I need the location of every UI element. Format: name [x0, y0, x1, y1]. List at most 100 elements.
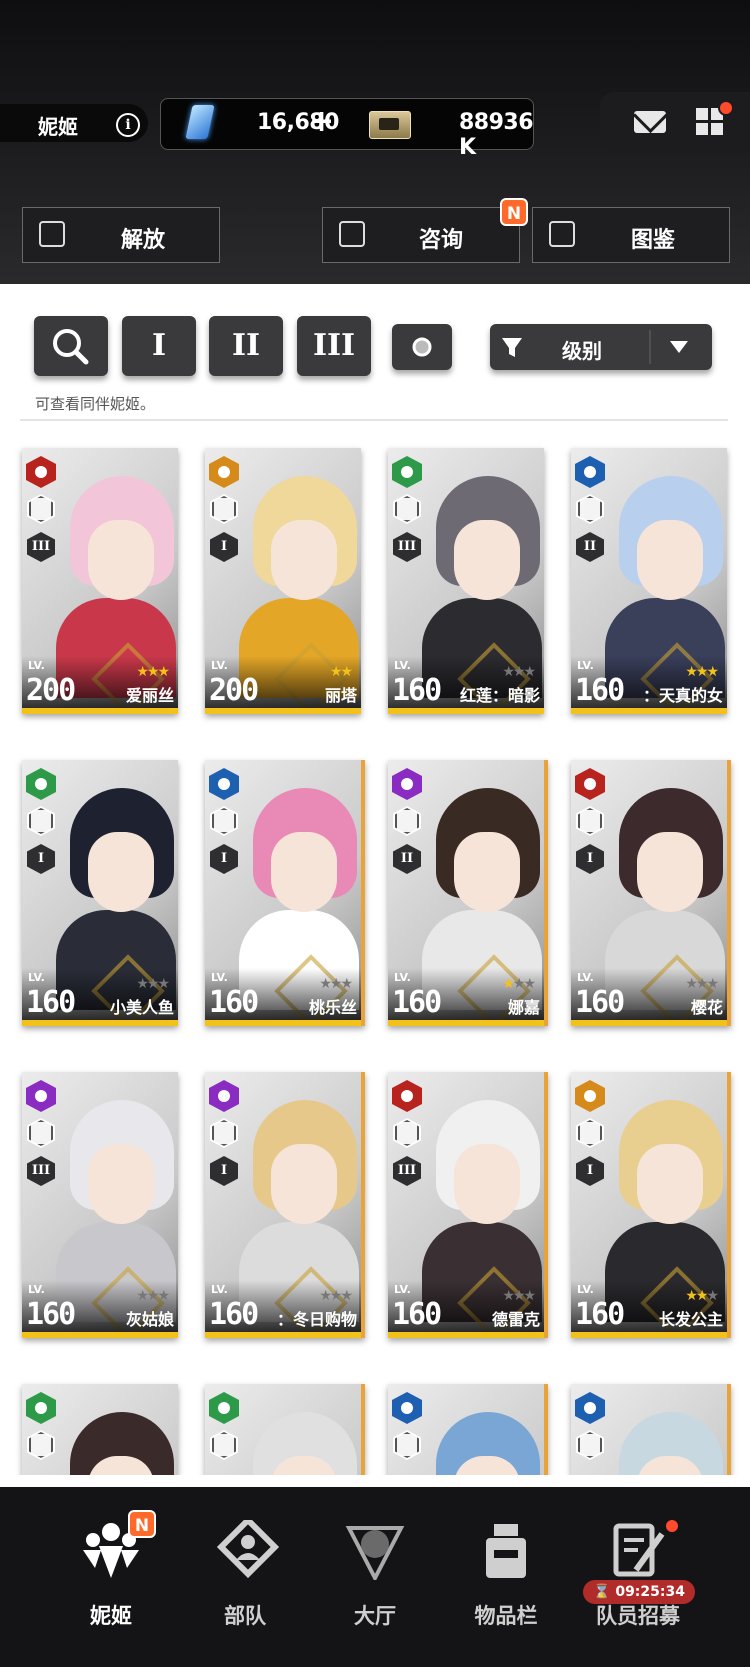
- release-label: 解放: [121, 228, 166, 253]
- star-icon: ★: [157, 664, 169, 680]
- star-icon: ★: [695, 976, 708, 992]
- card-level: 160: [575, 1297, 625, 1332]
- nikke-card[interactable]: I ★★★ LV. 160 桃乐丝: [205, 760, 365, 1026]
- level-label: LV.: [577, 1283, 594, 1296]
- nikke-card[interactable]: III ★★★ LV. 160 红莲：暗影: [388, 448, 544, 714]
- gem-icon: [185, 105, 215, 139]
- nikke-card[interactable]: III ★★★ LV. 160 灰姑娘: [22, 1072, 178, 1338]
- nav-inventory-label: 物品栏: [474, 1604, 538, 1628]
- burst-type-badge: I: [210, 844, 238, 874]
- nikke-card[interactable]: I ★★★ LV. 160 小美人鱼: [22, 760, 178, 1026]
- star-icon: ★: [512, 976, 525, 992]
- nav-recruit[interactable]: 队员招募: [573, 1500, 703, 1630]
- nav-nikke-label: 妮姬: [90, 1604, 132, 1628]
- circle-icon: [412, 337, 432, 357]
- burst-type-badge: III: [393, 1156, 421, 1186]
- filter-class-1[interactable]: I: [122, 316, 196, 376]
- card-level: 160: [392, 985, 442, 1020]
- burst-type-badge: III: [27, 532, 55, 562]
- divider: [20, 419, 728, 421]
- nav-squad[interactable]: 部队: [180, 1500, 310, 1630]
- info-icon[interactable]: i: [116, 113, 140, 137]
- nav-inventory[interactable]: 物品栏: [441, 1500, 571, 1630]
- card-name: 德雷克: [491, 1310, 540, 1329]
- limit-break-stars: ★★★: [319, 1288, 353, 1304]
- nikke-card-grid: III ★★★ LV. 200 爱丽丝 I ★★ LV. 200 丽塔 III ★★★ LV. 160 红莲…: [0, 430, 750, 1475]
- sort-dropdown[interactable]: 级别: [490, 324, 712, 370]
- star-icon: ★: [340, 976, 352, 992]
- weapon-type-icon: [27, 1118, 55, 1148]
- limit-break-stars: ★★★: [502, 1288, 536, 1304]
- consult-button[interactable]: 咨询: [322, 207, 520, 263]
- card-level: 160: [575, 985, 625, 1020]
- burst-type-badge: I: [576, 1156, 604, 1186]
- card-level: 160: [26, 985, 76, 1020]
- weapon-type-icon: [576, 1118, 604, 1148]
- filter-circle-button[interactable]: [392, 324, 452, 370]
- codex-button[interactable]: 图鉴: [532, 207, 730, 263]
- nikke-card[interactable]: I ★★★ LV. 160 ：冬日购物: [205, 1072, 365, 1338]
- nav-new-badge: N: [128, 1510, 156, 1538]
- limit-break-stars: ★★★: [136, 976, 170, 992]
- nav-lobby[interactable]: 大厅: [310, 1500, 440, 1630]
- release-button[interactable]: 解放: [22, 207, 220, 263]
- card-level: 160: [209, 985, 259, 1020]
- nikke-card[interactable]: III ★★★ LV. 160 德雷克: [388, 1072, 548, 1338]
- star-icon: ★: [146, 1288, 159, 1304]
- burst-type-badge: I: [210, 532, 238, 562]
- squad-icon: [216, 1520, 280, 1579]
- card-level: 200: [26, 673, 76, 708]
- nikke-card[interactable]: I ★★ LV. 200 丽塔: [205, 448, 361, 714]
- recruit-notification-dot: [664, 1518, 680, 1534]
- star-icon: ★: [685, 976, 697, 992]
- card-name: 樱花: [690, 998, 723, 1017]
- nikke-card[interactable]: [571, 1384, 731, 1475]
- star-icon: ★: [329, 976, 342, 992]
- lobby-icon: [345, 1526, 405, 1580]
- nikke-card[interactable]: II ★★★ LV. 160 ：天真的女: [571, 448, 727, 714]
- card-level: 160: [392, 1297, 442, 1332]
- nikke-card[interactable]: II ★★★ LV. 160 娜嘉: [388, 760, 548, 1026]
- calendar-icon: [339, 221, 365, 247]
- burst-type-badge: I: [576, 844, 604, 874]
- card-level: 160: [26, 1297, 76, 1332]
- nikke-card[interactable]: [205, 1384, 365, 1475]
- weapon-type-icon: [576, 1430, 604, 1460]
- weapon-type-icon: [27, 806, 55, 836]
- star-icon: ★: [329, 664, 342, 680]
- nikke-card[interactable]: III ★★★ LV. 200 爱丽丝: [22, 448, 178, 714]
- nikke-card[interactable]: I ★★★ LV. 160 长发公主: [571, 1072, 731, 1338]
- card-name: 桃乐丝: [308, 998, 357, 1017]
- nikke-card[interactable]: I ★★★ LV. 160 樱花: [571, 760, 731, 1026]
- weapon-type-icon: [393, 1430, 421, 1460]
- codex-icon: [549, 221, 575, 247]
- filter-class-3[interactable]: III: [297, 316, 371, 376]
- consult-label: 咨询: [419, 228, 464, 253]
- inventory-icon: [486, 1524, 526, 1578]
- star-icon: ★: [136, 976, 148, 992]
- star-icon: ★: [695, 1288, 708, 1304]
- search-button[interactable]: [34, 316, 108, 376]
- card-level: 160: [575, 673, 625, 708]
- star-icon: ★: [329, 1288, 342, 1304]
- character-portrait: [601, 1394, 725, 1475]
- nikke-card[interactable]: [388, 1384, 548, 1475]
- nav-nikke[interactable]: 妮姬: [46, 1500, 176, 1630]
- mail-icon[interactable]: [634, 111, 666, 133]
- burst-type-badge: I: [27, 844, 55, 874]
- star-icon: ★: [136, 1288, 148, 1304]
- codex-label: 图鉴: [631, 228, 676, 253]
- star-icon: ★: [706, 664, 718, 680]
- filter-class-2[interactable]: II: [209, 316, 283, 376]
- menu-notification-dot: [718, 100, 734, 116]
- add-gems-button[interactable]: +: [309, 104, 334, 139]
- star-icon: ★: [157, 1288, 169, 1304]
- weapon-type-icon: [393, 494, 421, 524]
- star-icon: ★: [146, 664, 159, 680]
- chevron-down-icon: [670, 341, 688, 353]
- star-icon: ★: [706, 976, 718, 992]
- nikke-card[interactable]: [22, 1384, 178, 1475]
- active-nav-indicator: [60, 1478, 192, 1481]
- limit-break-stars: ★★★: [319, 976, 353, 992]
- level-label: LV.: [577, 971, 594, 984]
